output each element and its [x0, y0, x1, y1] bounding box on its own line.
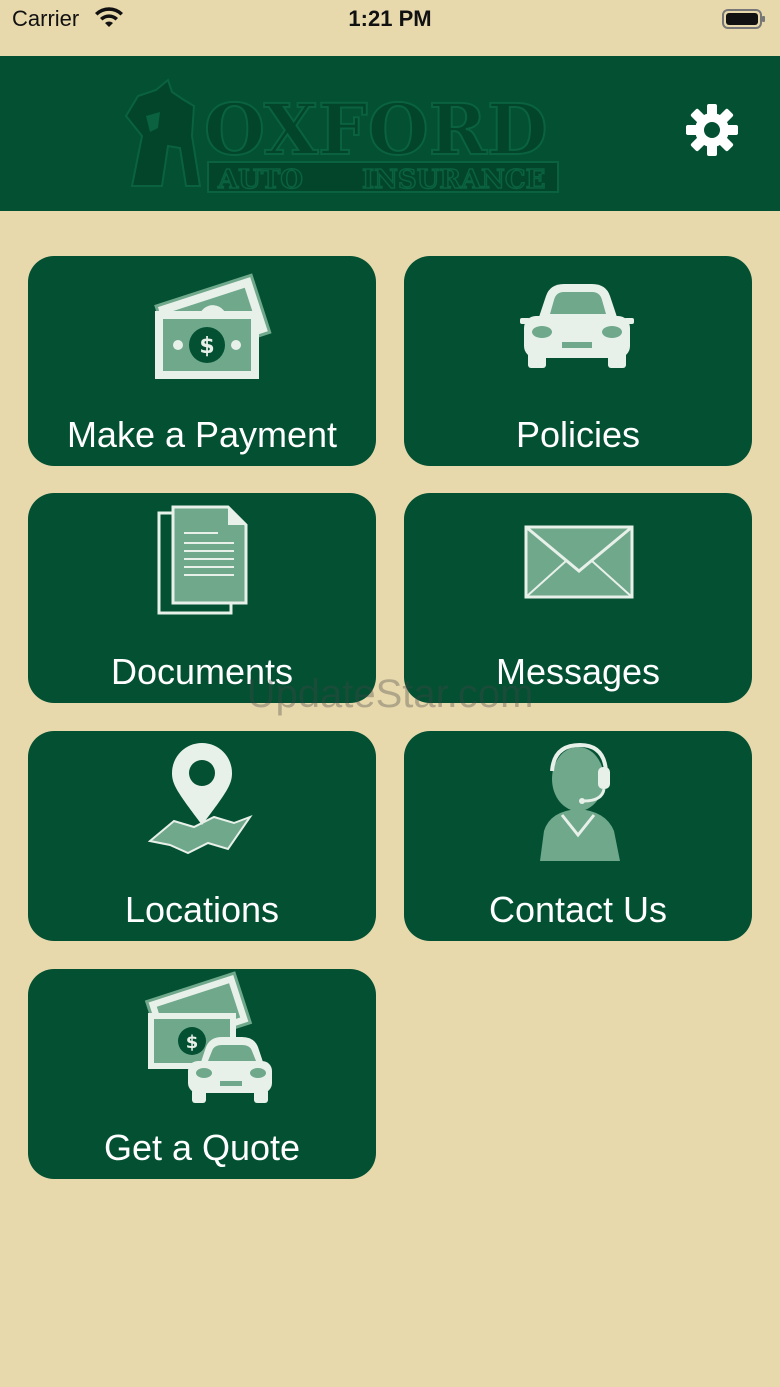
logo-oxford-text: OXFORD — [204, 88, 548, 171]
money-car-icon: $ — [144, 971, 272, 1103]
logo-insurance-text: INSURANCE — [362, 165, 545, 195]
tile-label: Make a Payment — [66, 414, 338, 455]
tile-label: Documents — [110, 651, 294, 692]
tile-label: Messages — [495, 651, 661, 692]
money-icon: $ — [154, 273, 272, 379]
documents-tile[interactable]: Documents — [28, 493, 376, 703]
tile-label: Policies — [515, 414, 641, 455]
gear-icon — [686, 104, 738, 156]
svg-text:$: $ — [199, 334, 214, 359]
settings-button[interactable] — [682, 100, 742, 160]
tile-label: Locations — [124, 889, 280, 930]
make-payment-tile[interactable]: $ Make a Payment — [28, 256, 376, 466]
battery-icon — [722, 9, 765, 29]
ox-logo-icon — [124, 78, 202, 187]
status-bar: Carrier 1:21 PM — [0, 0, 780, 56]
car-icon — [520, 284, 634, 368]
policies-tile[interactable]: Policies — [404, 256, 752, 466]
envelope-icon — [524, 525, 634, 599]
document-icon — [157, 505, 248, 615]
map-pin-icon — [147, 743, 253, 855]
headset-agent-icon — [540, 742, 620, 861]
tile-label: Contact Us — [488, 889, 668, 930]
tile-label: Get a Quote — [103, 1127, 301, 1168]
logo-auto-text: AUTO — [217, 165, 303, 195]
app-header: OXFORD AUTO INSURANCE — [0, 56, 780, 211]
get-quote-tile[interactable]: $ Get a Quote — [28, 969, 376, 1179]
status-time: 1:21 PM — [348, 6, 432, 31]
svg-text:$: $ — [186, 1032, 199, 1053]
locations-tile[interactable]: Locations — [28, 731, 376, 941]
messages-tile[interactable]: Messages — [404, 493, 752, 703]
oxford-logo: OXFORD AUTO INSURANCE — [124, 78, 559, 196]
contact-us-tile[interactable]: Contact Us — [404, 731, 752, 941]
